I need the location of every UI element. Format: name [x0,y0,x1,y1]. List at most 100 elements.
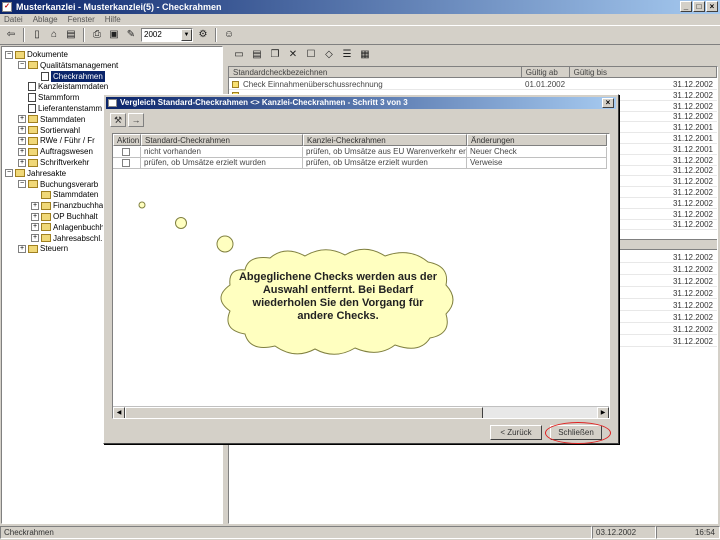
preview-icon[interactable]: ▣ [107,28,121,42]
compare-row[interactable]: nicht vorhanden prüfen, ob Umsätze aus EU… [113,147,607,158]
tree-item[interactable]: Lieferantenstamm [18,103,102,114]
row-valid-to: 31.12.2002 [672,337,713,346]
tree-item[interactable]: + RWe / Führ / Fr [18,135,95,146]
grid-col-from[interactable]: Gültig ab [521,67,570,78]
detail-view-icon[interactable]: ▦ [358,48,372,62]
expand-icon[interactable]: + [18,115,26,124]
close-button[interactable]: × [706,1,718,12]
folder-icon [28,158,38,167]
row-valid-to: 31.12.2002 [672,313,713,322]
person-icon[interactable]: ☺ [222,28,236,42]
tools-icon[interactable]: ⚙ [196,28,210,42]
edit-icon[interactable]: ✎ [124,28,138,42]
tree-item[interactable]: + Auftragswesen [18,146,93,157]
tree-item[interactable]: + Steuern [18,243,68,254]
expand-icon[interactable]: + [18,147,26,156]
expand-icon[interactable]: + [31,223,39,232]
toolbar-separator [83,28,85,42]
new-doc-icon[interactable]: ▯ [30,28,44,42]
tree-item[interactable]: − Jahresakte [5,168,66,179]
menu-fenster[interactable]: Fenster [68,14,95,25]
tree-item[interactable]: + Anlagenbuchh [31,222,104,233]
aktion-checkbox[interactable] [122,159,130,167]
col-standard[interactable]: Standard-Checkrahmen [141,134,303,146]
tree-item[interactable]: − Qualitätsmanagement [18,60,118,71]
dialog-close-icon[interactable]: × [602,98,614,108]
menu-hilfe[interactable]: Hilfe [105,14,121,25]
tree-item[interactable]: − Buchungsverarb [18,179,98,190]
properties-icon[interactable]: ☐ [304,48,318,62]
tree-item[interactable]: Stammdaten [31,189,98,200]
expand-icon[interactable]: + [18,126,26,135]
status-date: 03.12.2002 [592,526,656,539]
tree-item[interactable]: + Finanzbuchha [31,200,103,211]
folder-icon [41,201,51,210]
folder-icon [28,180,38,189]
tree-item[interactable]: − Dokumente [5,49,68,60]
tree-item[interactable]: + Schriftverkehr [18,157,89,168]
tree-item[interactable]: Stammform [18,92,79,103]
grid-col-name[interactable]: Standardcheckbezeichnen [229,67,522,78]
tree-item-label: Dokumente [27,50,68,59]
tree-item[interactable]: Kanzleistammdaten [18,81,108,92]
tree-item[interactable]: Checkrahmen [31,70,105,82]
back-icon[interactable]: ⇦ [4,28,18,42]
maximize-button[interactable]: □ [693,1,705,12]
expand-icon[interactable]: + [18,136,26,145]
tree-item[interactable]: + Jahresabschl. [31,233,102,244]
back-button[interactable]: < Zurück [490,425,542,440]
row-valid-to: 31.12.2002 [672,265,713,274]
row-valid-to: 31.12.2001 [672,144,713,154]
scroll-right-icon[interactable]: ▶ [597,407,609,418]
collapse-icon[interactable]: − [5,169,13,178]
horizontal-scrollbar[interactable]: ◀ ▶ [113,406,609,418]
compare-icon[interactable]: ◇ [322,48,336,62]
aktion-checkbox[interactable] [122,148,130,156]
year-select[interactable]: 2002 ▼ [141,28,193,42]
minimize-button[interactable]: _ [680,1,692,12]
collapse-icon[interactable]: − [18,180,26,189]
expand-icon[interactable]: + [18,158,26,167]
save-icon[interactable]: ▤ [250,48,264,62]
tree-item[interactable]: + Stammdaten [18,114,85,125]
expand-icon[interactable]: + [31,212,39,221]
compare-row[interactable]: prüfen, ob Umsätze erzielt wurden prüfen,… [113,158,607,169]
tree-item[interactable]: + Sortierwahl [18,125,80,136]
row-valid-to: 31.12.2002 [672,301,713,310]
menu-ablage[interactable]: Ablage [33,14,58,25]
delete-icon[interactable]: ✕ [286,48,300,62]
table-row[interactable]: Check Einnahmenüberschussrechnung 01.01.2… [229,79,717,90]
chevron-down-icon[interactable]: ▼ [181,29,192,41]
col-aenderungen[interactable]: Änderungen [467,134,607,146]
col-kanzlei[interactable]: Kanzlei-Checkrahmen [303,134,467,146]
list-view-icon[interactable]: ☰ [340,48,354,62]
row-valid-to: 31.12.2001 [672,134,713,143]
col-aktion[interactable]: Aktion [113,134,141,146]
collapse-icon[interactable]: − [5,50,13,59]
print-icon[interactable]: ⎙ [90,28,104,42]
folder-icon [15,169,25,178]
collapse-icon[interactable]: − [18,61,26,70]
tree-item[interactable]: + OP Buchhalt [31,211,98,222]
save-icon[interactable]: ▤ [64,28,78,42]
scroll-thumb[interactable] [125,407,483,418]
row-valid-to: 31.12.2001 [672,123,713,133]
expand-icon[interactable]: + [31,234,39,243]
standard-cell: prüfen, ob Umsätze erzielt wurden [141,158,303,169]
change-cell: Verweise [467,158,607,169]
document-icon [28,93,36,103]
expand-icon[interactable]: + [18,244,26,253]
grid-col-to[interactable]: Gültig bis [569,67,717,78]
folder-icon [15,50,25,59]
scroll-left-icon[interactable]: ◀ [113,407,125,418]
aktion-cell [113,158,141,169]
expand-icon[interactable]: + [31,201,39,210]
folder-icon [41,190,51,199]
folder-icon [41,223,51,232]
apply-icon[interactable]: ⚒ [110,113,126,127]
open-folder-icon[interactable]: ▭ [232,48,246,62]
menu-datei[interactable]: Datei [4,14,23,25]
open-icon[interactable]: ⌂ [47,28,61,42]
copy-icon[interactable]: ❐ [268,48,282,62]
arrow-right-icon[interactable]: → [128,113,144,127]
